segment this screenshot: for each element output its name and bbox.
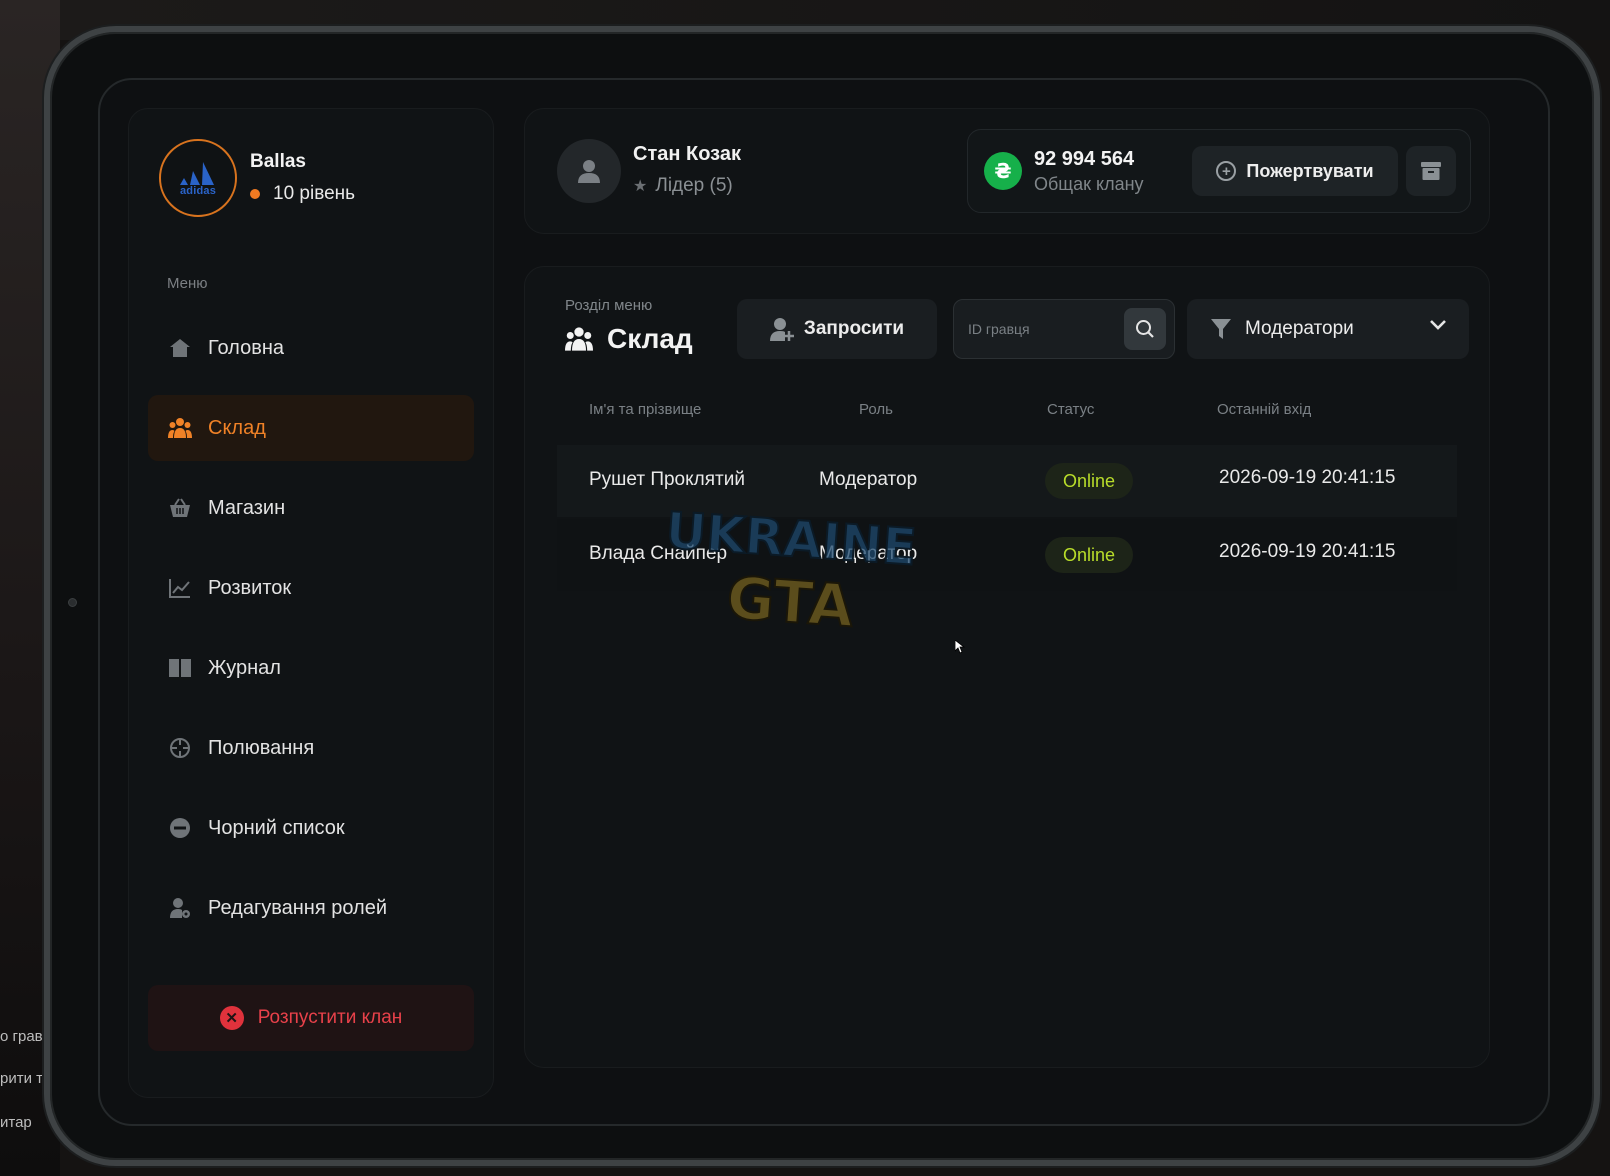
camera-dot [68,598,77,607]
sidebar-item-label: Журнал [208,656,281,679]
sidebar-item-label: Полювання [208,736,315,759]
plus-circle-icon: + [1216,161,1237,181]
sidebar-item-development[interactable]: Розвиток [148,555,474,621]
member-name: Рушет Проклятий [589,469,745,490]
invite-button[interactable]: Запросити [737,299,937,359]
sidebar-item-blacklist[interactable]: Чорний список [148,795,474,861]
status-badge: Online [1045,463,1134,499]
sidebar-item-label: Магазин [208,496,286,519]
clan-name: Ballas [250,151,306,172]
tablet-screen: adidas Ballas 10 рівень Меню Головна Скл… [98,78,1550,1126]
chart-icon [168,576,192,600]
chevron-down-icon [1429,319,1447,331]
user-gear-icon [168,896,192,920]
background-text: о грав [0,1028,43,1045]
avatar [557,139,621,203]
user-name: Стан Козак [633,143,741,165]
column-header-name: Ім'я та прізвище [589,401,702,418]
search-input[interactable] [968,316,1118,342]
search-button[interactable] [1124,308,1166,350]
sidebar: adidas Ballas 10 рівень Меню Головна Скл… [128,108,494,1098]
table-header: Ім'я та прізвище Роль Статус Останній вх… [557,401,1457,431]
adidas-stripes-icon [180,162,214,185]
hryvnia-icon: ₴ [984,152,1022,190]
sidebar-item-home[interactable]: Головна [148,315,474,381]
invite-label: Запросити [803,318,905,339]
sidebar-item-roles[interactable]: Редагування ролей [148,875,474,941]
add-user-icon [769,317,794,341]
clan-logo: adidas [159,139,237,217]
background-text: итар [0,1114,32,1131]
role-filter-select[interactable]: Модератори [1187,299,1469,359]
clan-level: 10 рівень [250,183,355,205]
column-header-role: Роль [859,401,893,418]
donate-button[interactable]: + Пожертвувати [1192,146,1398,196]
disband-clan-button[interactable]: ✕ Розпустити клан [148,985,474,1051]
member-last-login: 2026-09-19 20:41:15 [1219,541,1396,562]
archive-icon [1421,162,1441,180]
status-badge: Online [1045,537,1134,573]
crosshair-icon [168,736,192,760]
close-circle-icon: ✕ [219,1006,244,1030]
profile-header: Стан Козак ★ Лідер (5) ₴ 92 994 564 Обща… [524,108,1490,234]
column-header-status: Статус [1047,401,1095,418]
player-search [953,299,1175,359]
sidebar-item-label: Редагування ролей [208,896,388,919]
section-caption: Розділ меню [565,297,653,314]
sidebar-item-members[interactable]: Склад [148,395,474,461]
sidebar-item-shop[interactable]: Магазин [148,475,474,541]
sidebar-item-label: Головна [208,336,284,359]
table-row[interactable]: Влада Снайпер Модератор Online 2026-09-1… [557,519,1457,591]
mouse-cursor-icon [955,640,965,654]
user-role-text: Лідер (5) [655,175,733,196]
star-icon: ★ [633,178,648,195]
search-icon [1136,320,1154,338]
column-header-last-login: Останній вхід [1217,401,1312,418]
donate-label: Пожертвувати [1246,160,1374,181]
home-icon [168,336,192,360]
user-role: ★ Лідер (5) [633,175,733,197]
treasury-amount: 92 994 564 [1034,148,1135,170]
minus-circle-icon [168,816,192,840]
filter-icon [1211,318,1231,340]
treasury-label: Общак клану [1034,174,1144,194]
clan-level-text: 10 рівень [273,183,356,204]
level-dot [250,189,260,199]
clan-treasury: ₴ 92 994 564 Общак клану + Пожертвувати [967,129,1471,213]
sidebar-item-label: Склад [208,416,266,439]
table-row[interactable]: Рушет Проклятий Модератор Online 2026-09… [557,445,1457,517]
basket-icon [168,496,192,520]
members-icon [168,416,192,440]
user-icon [578,160,600,183]
sidebar-item-hunting[interactable]: Полювання [148,715,474,781]
disband-clan-label: Розпустити клан [257,1007,403,1028]
archive-button[interactable] [1406,146,1456,196]
member-role: Модератор [819,469,918,490]
clan-logo-text: adidas [179,185,217,197]
member-role: Модератор [819,543,918,564]
sidebar-item-journal[interactable]: Журнал [148,635,474,701]
background-text: рити т [0,1070,44,1087]
book-icon [168,656,192,680]
member-name: Влада Снайпер [589,543,728,564]
members-icon [565,326,593,352]
page-title-text: Склад [607,323,693,354]
sidebar-item-label: Чорний список [208,816,345,839]
member-last-login: 2026-09-19 20:41:15 [1219,467,1396,488]
tablet-frame: adidas Ballas 10 рівень Меню Головна Скл… [44,26,1600,1166]
menu-caption: Меню [167,275,208,292]
role-filter-value: Модератори [1245,318,1354,339]
members-panel: Розділ меню Склад Запросити ID гравця Мо… [524,266,1490,1068]
page-title: Склад [565,323,693,355]
sidebar-item-label: Розвиток [208,576,292,599]
